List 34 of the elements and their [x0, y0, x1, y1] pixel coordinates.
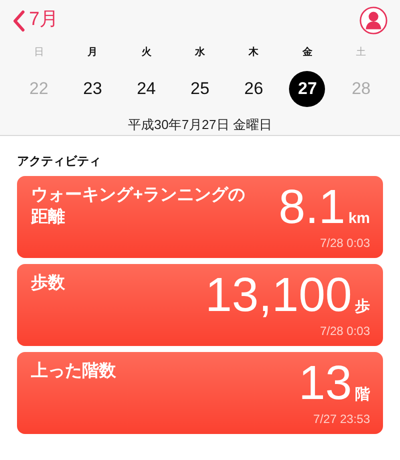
card-title: ウォーキング+ランニングの距離: [31, 184, 246, 228]
back-chevron-icon: [12, 10, 25, 32]
activity-card[interactable]: 上った階数 13 階 7/27 23:53: [17, 352, 383, 434]
card-time: 7/28 0:03: [320, 323, 370, 340]
date-button[interactable]: 22: [20, 71, 57, 107]
date-button[interactable]: 28: [343, 71, 380, 107]
card-value: 8.1: [278, 184, 346, 232]
card-title: 上った階数: [31, 360, 116, 382]
weekday-label: 土: [355, 46, 368, 57]
date-button[interactable]: 24: [128, 71, 164, 107]
card-value: 13,100: [205, 272, 352, 320]
weekday-label: 月: [86, 46, 99, 57]
date-button[interactable]: 25: [182, 71, 218, 107]
weekday-label: 火: [140, 46, 152, 57]
selected-date-label: 平成30年7月27日 金曜日: [127, 116, 273, 134]
card-unit: 歩: [355, 297, 370, 317]
weekday-label: 金: [301, 46, 314, 57]
date-button[interactable]: 23: [74, 71, 111, 107]
card-unit: 階: [355, 385, 370, 405]
card-time: 7/28 0:03: [320, 235, 370, 252]
card-unit: km: [348, 209, 370, 229]
profile-icon[interactable]: [359, 6, 388, 35]
activity-card[interactable]: 歩数 13,100 歩 7/28 0:03: [17, 264, 383, 346]
weekday-label: 木: [248, 46, 260, 57]
card-time: 7/27 23:53: [313, 411, 370, 428]
weekday-label: 水: [194, 46, 206, 57]
section-title: アクティビティ: [17, 153, 102, 170]
activity-card[interactable]: ウォーキング+ランニングの距離 8.1 km 7/28 0:03: [17, 176, 383, 258]
card-value: 13: [298, 360, 352, 408]
weekday-label: 日: [32, 46, 45, 57]
back-button[interactable]: 7月: [12, 6, 59, 35]
card-title: 歩数: [31, 272, 65, 294]
date-button[interactable]: 26: [236, 71, 272, 107]
date-button[interactable]: 27: [289, 71, 326, 107]
